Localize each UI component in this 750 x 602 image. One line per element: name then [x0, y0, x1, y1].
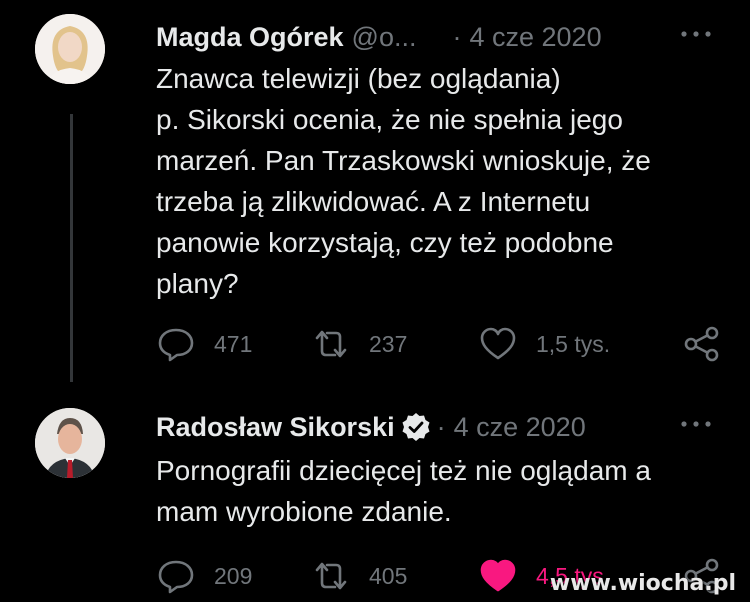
retweet-button[interactable]: 405	[311, 554, 407, 598]
retweet-count: 237	[369, 330, 408, 357]
tweet-header: Radosław Sikorski · 4 cze 2020	[156, 407, 586, 447]
author-handle[interactable]: @o...	[352, 22, 417, 53]
tweet-date[interactable]: 4 cze 2020	[454, 412, 586, 443]
avatar[interactable]	[35, 408, 105, 478]
more-icon[interactable]	[678, 22, 714, 46]
thread-connector-line	[70, 114, 73, 382]
like-button[interactable]: 1,5 tys.	[478, 322, 610, 366]
reply-count: 471	[214, 330, 253, 357]
action-bar: 471 237 1,5 tys.	[156, 322, 726, 366]
separator-dot: ·	[436, 411, 446, 442]
retweet-count: 405	[369, 562, 408, 589]
tweet-magda[interactable]: Magda Ogórek @o... · 4 cze 2020 Znawca t…	[0, 0, 750, 390]
like-count: 1,5 tys.	[536, 330, 611, 357]
tweet-text: Znawca telewizji (bez oglądania) p. Siko…	[156, 63, 651, 299]
reply-count: 209	[214, 562, 253, 589]
retweet-button[interactable]: 237	[311, 322, 407, 366]
tweet-header: Magda Ogórek @o... · 4 cze 2020	[156, 17, 602, 57]
like-icon	[480, 559, 516, 592]
separator-dot: ·	[452, 21, 462, 52]
tweet-date[interactable]: 4 cze 2020	[469, 22, 601, 53]
watermark: www.wiocha.pl	[549, 571, 736, 596]
tweet-text: Pornografii dziecięcej też nie oglądam a…	[156, 455, 651, 527]
author-name[interactable]: Radosław Sikorski	[156, 412, 395, 443]
retweet-icon	[315, 562, 347, 590]
reply-button[interactable]: 471	[156, 322, 252, 366]
more-icon[interactable]	[678, 412, 714, 436]
reply-icon	[158, 560, 194, 594]
retweet-icon	[315, 330, 347, 358]
reply-button[interactable]: 209	[156, 554, 252, 598]
share-icon	[684, 326, 719, 362]
reply-icon	[158, 328, 194, 362]
avatar[interactable]	[35, 14, 105, 84]
like-icon	[480, 327, 516, 360]
author-name[interactable]: Magda Ogórek	[156, 22, 344, 53]
verified-icon	[402, 413, 430, 441]
share-button[interactable]	[682, 322, 722, 366]
